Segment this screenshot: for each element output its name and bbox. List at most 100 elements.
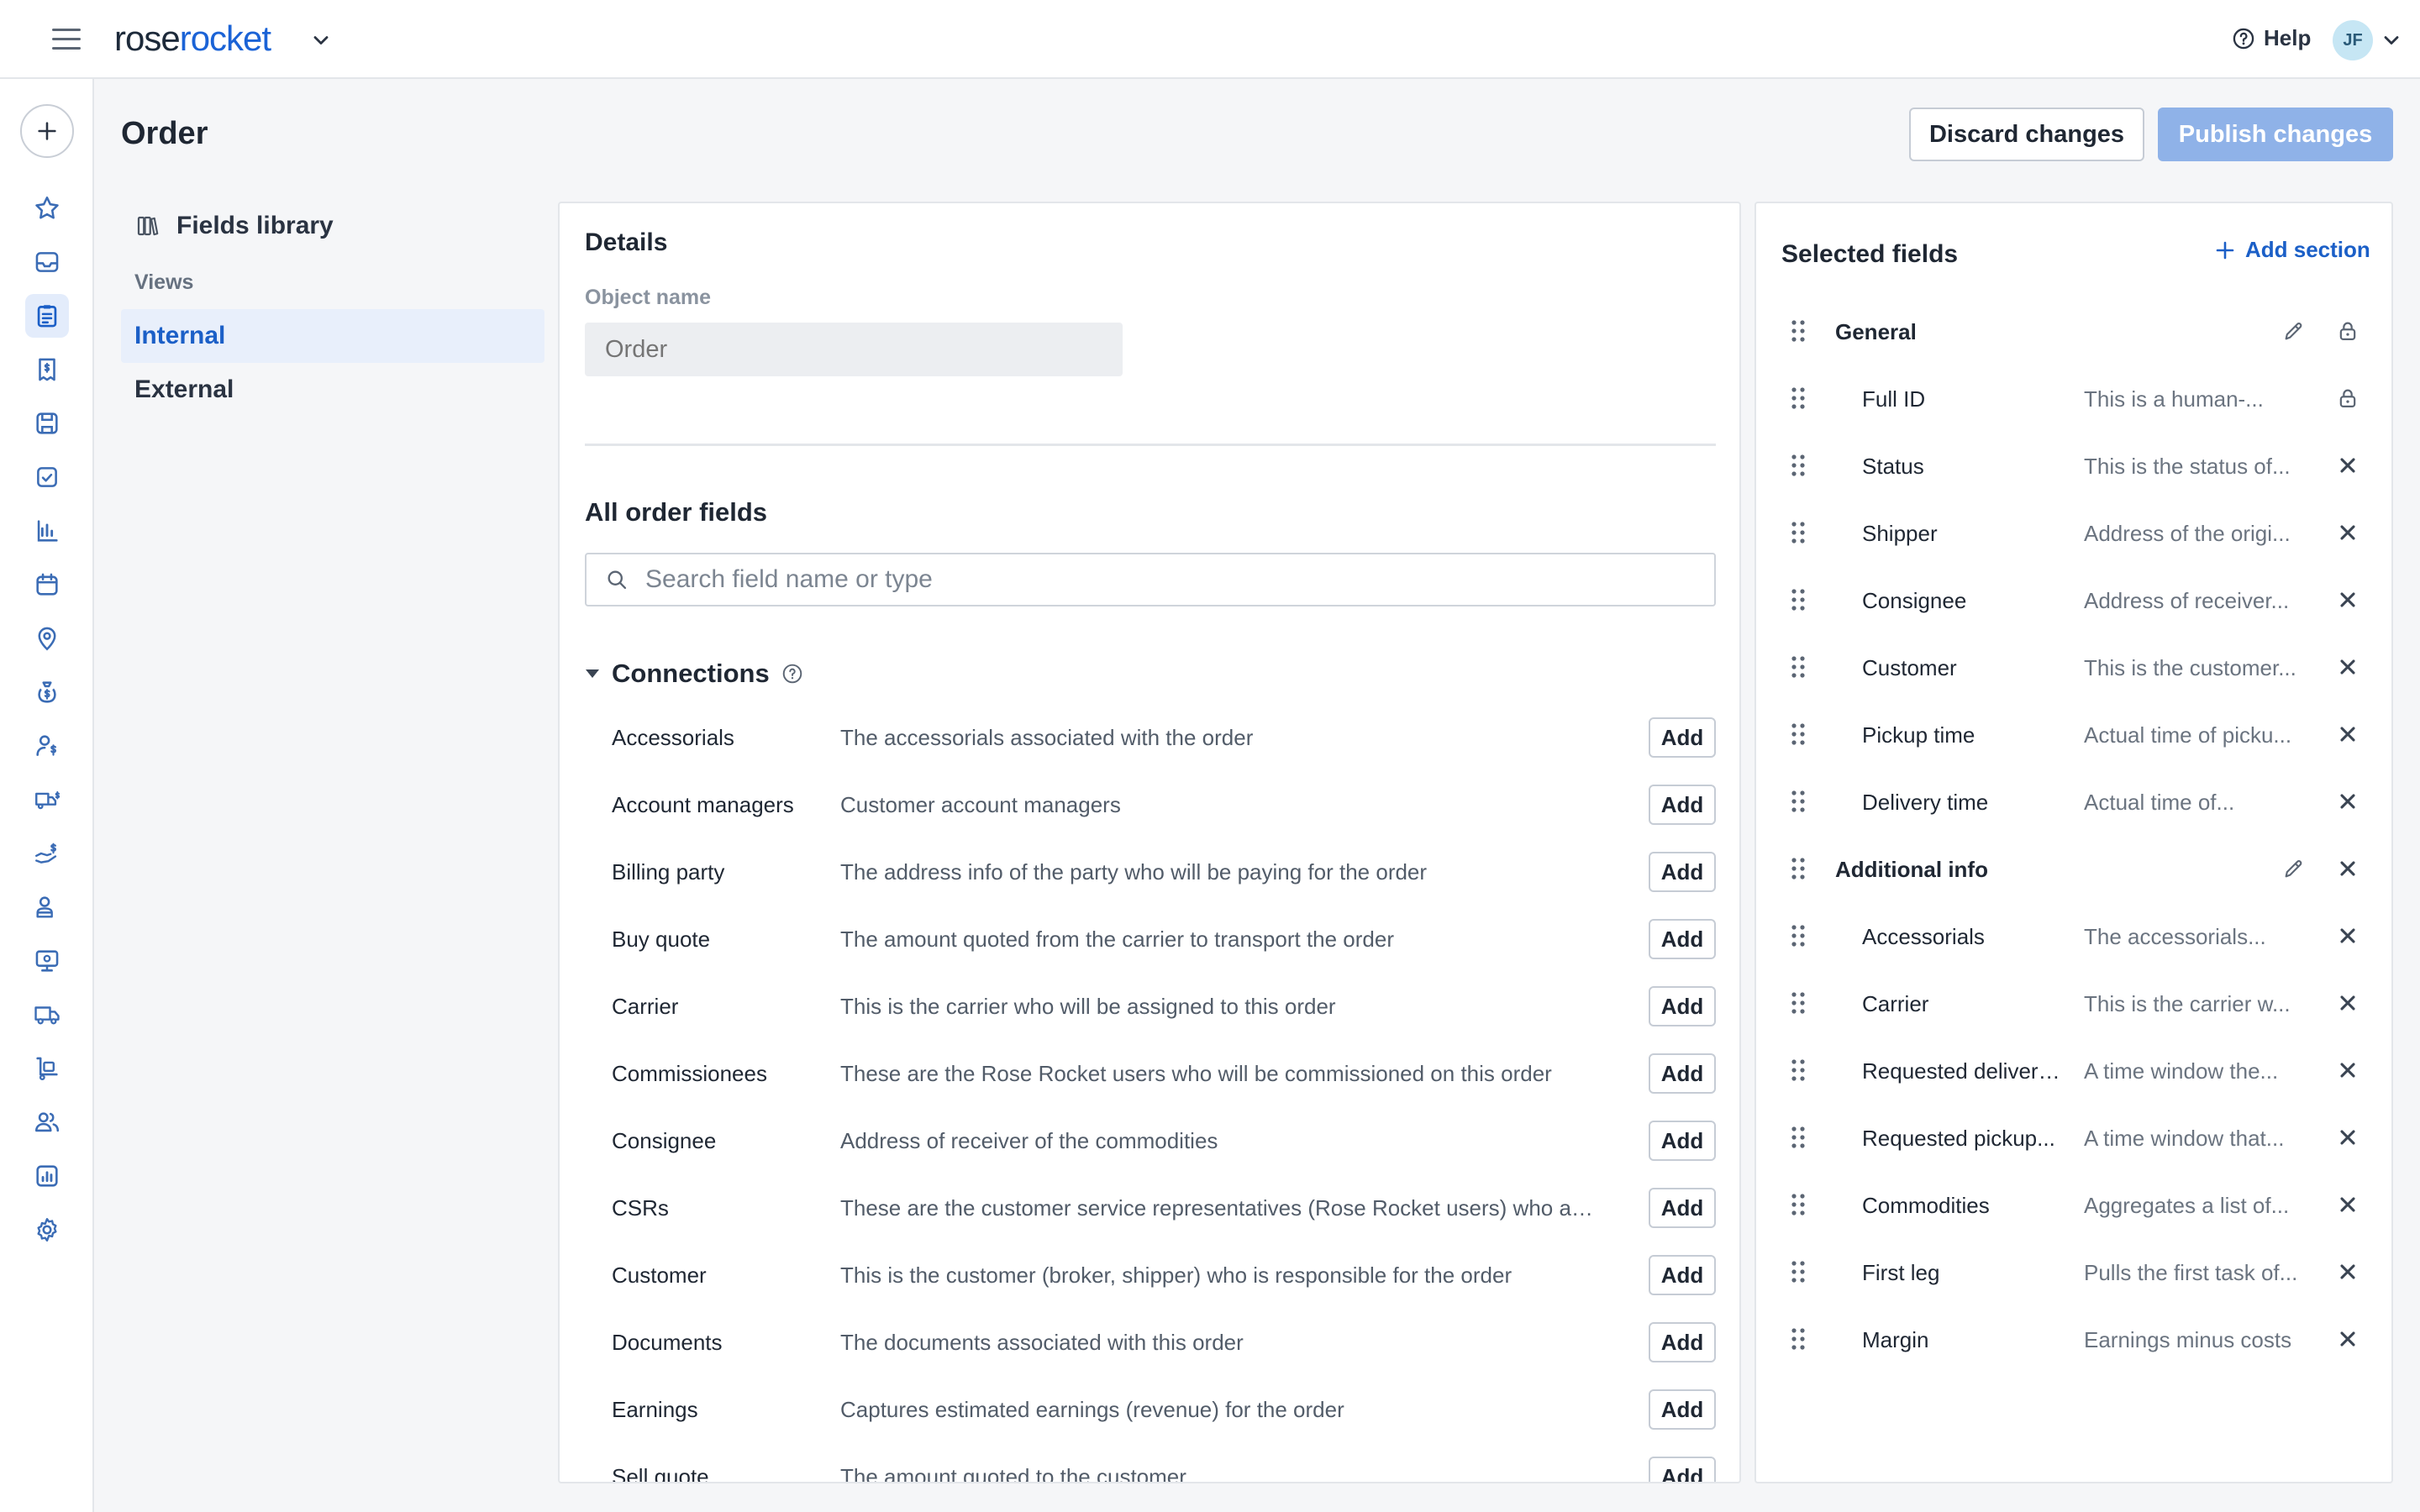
remove-section-icon[interactable]	[2336, 857, 2360, 880]
drag-handle-icon[interactable]	[1790, 587, 1807, 612]
sidebar-item-tracking[interactable]	[25, 617, 69, 660]
connections-group-toggle[interactable]: Connections	[585, 659, 803, 689]
drag-handle-icon[interactable]	[1790, 386, 1807, 411]
remove-field-icon[interactable]	[2336, 1260, 2360, 1284]
add-field-button[interactable]: Add	[1649, 1322, 1716, 1362]
remove-field-icon[interactable]	[2336, 588, 2360, 612]
remove-field-icon[interactable]	[2336, 454, 2360, 477]
sidebar-item-inbox[interactable]	[25, 240, 69, 284]
sidebar-item-payments[interactable]	[25, 832, 69, 875]
drag-handle-icon[interactable]	[1790, 1192, 1807, 1217]
remove-field-icon[interactable]	[2336, 1126, 2360, 1149]
drag-handle-icon[interactable]	[1790, 856, 1807, 881]
view-external[interactable]: External	[121, 363, 544, 417]
menu-icon[interactable]	[52, 29, 81, 50]
calendar-icon	[36, 573, 58, 596]
field-row: Accessorials The accessorials associated…	[612, 704, 1716, 771]
field-row: Buy quote The amount quoted from the car…	[612, 906, 1716, 973]
remove-field-icon[interactable]	[2336, 924, 2360, 948]
drag-handle-icon[interactable]	[1790, 923, 1807, 948]
search-input[interactable]: Search field name or type	[585, 553, 1716, 606]
drag-handle-icon[interactable]	[1790, 654, 1807, 680]
fields-library-header[interactable]: Fields library	[134, 212, 334, 240]
selected-field-description: Address of the origi...	[2084, 521, 2291, 546]
drag-handle-icon[interactable]	[1790, 1326, 1807, 1352]
remove-field-icon[interactable]	[2336, 790, 2360, 813]
sidebar-item-commissions[interactable]	[25, 724, 69, 768]
remove-field-icon[interactable]	[2336, 655, 2360, 679]
remove-field-icon[interactable]	[2336, 722, 2360, 746]
add-field-button[interactable]: Add	[1649, 1255, 1716, 1295]
remove-field-icon[interactable]	[2336, 991, 2360, 1015]
help-link[interactable]: Help	[2232, 25, 2311, 51]
field-name: Accessorials	[612, 724, 734, 750]
field-row: Documents The documents associated with …	[612, 1309, 1716, 1376]
sidebar-item-contacts[interactable]	[25, 885, 69, 929]
add-field-button[interactable]: Add	[1649, 986, 1716, 1026]
drag-handle-icon[interactable]	[1790, 1259, 1807, 1284]
add-field-button[interactable]: Add	[1649, 717, 1716, 758]
sidebar-item-orders[interactable]	[25, 294, 69, 338]
edit-icon[interactable]	[2282, 319, 2306, 343]
sidebar-item-calendar[interactable]	[25, 563, 69, 606]
help-icon[interactable]	[781, 663, 803, 685]
brand-logo[interactable]: roserocket	[114, 18, 271, 59]
add-field-button[interactable]: Add	[1649, 852, 1716, 892]
sidebar-item-analytics[interactable]	[25, 1154, 69, 1198]
view-internal[interactable]: Internal	[121, 309, 544, 363]
drag-handle-icon[interactable]	[1790, 453, 1807, 478]
drag-handle-icon[interactable]	[1790, 789, 1807, 814]
field-description: These are the customer service represent…	[840, 1194, 1609, 1221]
avatar[interactable]: JF	[2333, 20, 2373, 60]
field-row: Consignee Address of receiver of the com…	[612, 1107, 1716, 1174]
sidebar-item-fleet[interactable]	[25, 993, 69, 1037]
remove-field-icon[interactable]	[2336, 1058, 2360, 1082]
drag-handle-icon[interactable]	[1790, 1125, 1807, 1150]
sidebar-item-carrier-pay[interactable]	[25, 778, 69, 822]
sidebar-item-tasks[interactable]	[25, 455, 69, 499]
field-row: Commissionees These are the Rose Rocket …	[612, 1040, 1716, 1107]
publish-changes-button[interactable]: Publish changes	[2158, 108, 2393, 161]
chevron-down-icon[interactable]	[309, 29, 333, 52]
drag-handle-icon[interactable]	[1790, 990, 1807, 1016]
sidebar-item-favorites[interactable]	[25, 186, 69, 230]
drag-handle-icon[interactable]	[1790, 1058, 1807, 1083]
sidebar-item-settings[interactable]	[25, 1208, 69, 1252]
add-field-button[interactable]: Add	[1649, 785, 1716, 825]
sidebar-item-users[interactable]	[25, 1100, 69, 1144]
sidebar-item-dispatch[interactable]	[25, 939, 69, 983]
checklist-icon	[37, 467, 57, 487]
selected-field-description: The accessorials...	[2084, 924, 2266, 949]
selected-field-name: Commodities	[1862, 1193, 1990, 1218]
field-description: Customer account managers	[840, 791, 1121, 817]
sidebar-item-saved[interactable]	[25, 402, 69, 445]
field-description: The amount quoted from the carrier to tr…	[840, 926, 1395, 952]
sidebar-item-billing[interactable]	[25, 670, 69, 714]
drag-handle-icon[interactable]	[1790, 520, 1807, 545]
remove-field-icon[interactable]	[2336, 1327, 2360, 1351]
add-field-button[interactable]: Add	[1649, 1457, 1716, 1482]
add-field-button[interactable]: Add	[1649, 1053, 1716, 1094]
selected-fields-panel: Selected fields Add section General Full …	[1754, 202, 2393, 1483]
sidebar-item-invoices[interactable]	[25, 348, 69, 391]
sidebar-item-warehouse[interactable]	[25, 1047, 69, 1090]
drag-handle-icon[interactable]	[1790, 318, 1807, 344]
remove-field-icon[interactable]	[2336, 521, 2360, 544]
remove-field-icon[interactable]	[2336, 1193, 2360, 1216]
add-field-button[interactable]: Add	[1649, 1389, 1716, 1430]
edit-icon[interactable]	[2282, 857, 2306, 880]
add-field-button[interactable]: Add	[1649, 919, 1716, 959]
sidebar-item-reports[interactable]	[25, 509, 69, 553]
add-section-button[interactable]: Add section	[2215, 237, 2370, 263]
chevron-down-icon[interactable]	[2380, 29, 2403, 52]
create-button[interactable]	[20, 104, 74, 158]
discard-changes-button[interactable]: Discard changes	[1909, 108, 2144, 161]
selected-field-name: Accessorials	[1862, 924, 1985, 949]
plus-icon	[2216, 241, 2234, 259]
selected-field-name: Full ID	[1862, 386, 1926, 412]
selected-field-description: This is a human-...	[2084, 386, 2264, 412]
drag-handle-icon[interactable]	[1790, 722, 1807, 747]
add-field-button[interactable]: Add	[1649, 1188, 1716, 1228]
add-section-label: Add section	[2245, 237, 2370, 262]
add-field-button[interactable]: Add	[1649, 1121, 1716, 1161]
